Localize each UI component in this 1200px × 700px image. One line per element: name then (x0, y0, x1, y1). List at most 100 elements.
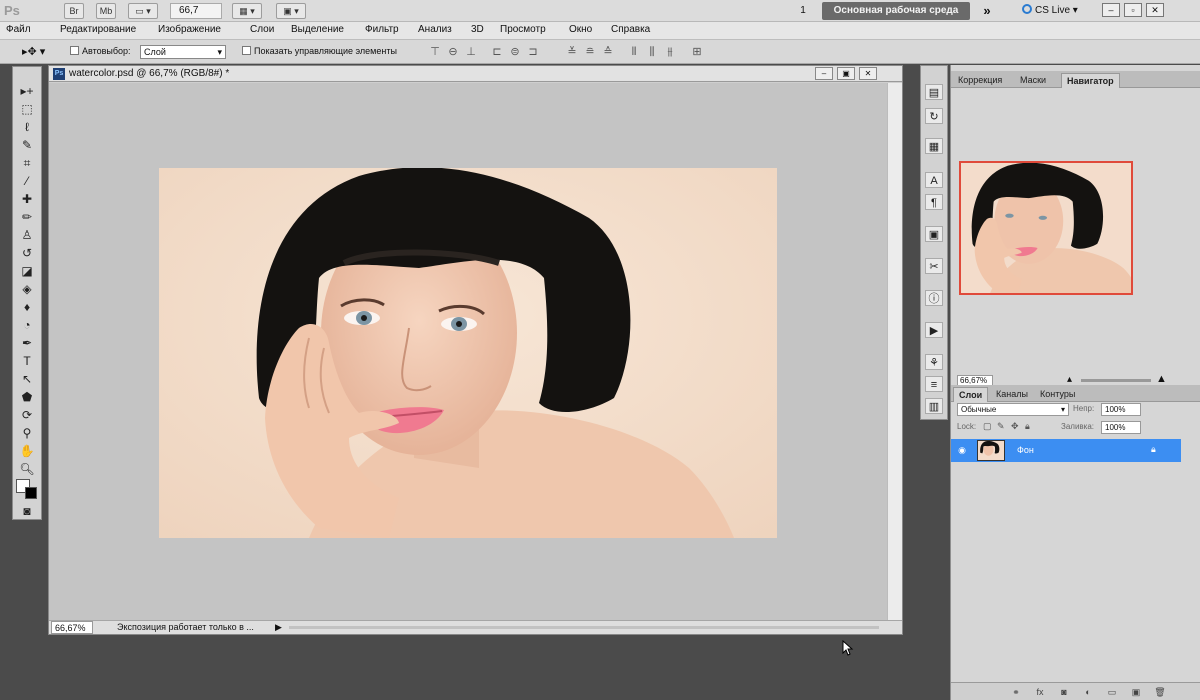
tab-masks[interactable]: Маски (1015, 73, 1051, 88)
swatches-icon[interactable]: ▦ (925, 138, 943, 154)
info-icon[interactable]: ⓘ (925, 290, 943, 306)
delete-layer-icon[interactable]: 🗑︎ (1153, 686, 1167, 698)
character-icon[interactable]: A (925, 172, 943, 188)
quick-select-tool-icon[interactable]: ✎ (17, 137, 37, 153)
blur-tool-icon[interactable]: ♦ (17, 299, 37, 315)
clone-source-icon[interactable]: ▣ (925, 226, 943, 242)
zoom-status-field[interactable]: 66,67% (51, 621, 93, 634)
auto-align-icon[interactable]: ⊞ (690, 45, 704, 59)
show-controls-checkbox[interactable] (242, 46, 251, 55)
autoselect-target-select[interactable]: Слой ▾ (140, 45, 226, 59)
new-group-icon[interactable]: ▭ (1105, 686, 1119, 698)
tab-navigator[interactable]: Навигатор (1061, 73, 1120, 88)
doc-minimize-icon[interactable]: – (815, 67, 833, 80)
menu-select[interactable]: Выделение (291, 24, 344, 35)
lasso-tool-icon[interactable]: ℓ (17, 119, 37, 135)
close-icon[interactable]: ✕ (1146, 3, 1164, 17)
distribute-vcenter-icon[interactable]: ≘ (583, 45, 597, 59)
tab-channels[interactable]: Каналы (991, 387, 1033, 402)
healing-brush-tool-icon[interactable]: ✚ (17, 191, 37, 207)
autoselect-toggle[interactable]: Автовыбор: (70, 46, 131, 56)
menu-file[interactable]: Файл (6, 24, 31, 35)
zoom-out-icon[interactable]: ▴ (1067, 374, 1072, 385)
layer-row[interactable]: ◉ Фон 🔒︎ (951, 439, 1181, 462)
navigator-zoom-slider[interactable] (1081, 379, 1151, 382)
distribute-left-icon[interactable]: ⫴ (627, 45, 641, 59)
brush-presets-icon[interactable]: ≡ (925, 376, 943, 392)
lock-position-icon[interactable]: ✥ (1011, 421, 1019, 432)
3d-rotate-tool-icon[interactable]: ⟳ (17, 407, 37, 423)
menu-layers[interactable]: Слои (250, 24, 274, 35)
tab-layers[interactable]: Слои (953, 387, 989, 402)
history-brush-tool-icon[interactable]: ↺ (17, 245, 37, 261)
path-selection-tool-icon[interactable]: ↖ (17, 371, 37, 387)
minimize-icon[interactable]: – (1102, 3, 1120, 17)
align-left-icon[interactable]: ⊏ (490, 45, 504, 59)
history-icon[interactable]: ↻ (925, 108, 943, 124)
align-bottom-icon[interactable]: ⊥ (464, 45, 478, 59)
zoom-in-icon[interactable]: ▲ (1156, 373, 1167, 385)
menu-3d[interactable]: 3D (471, 24, 484, 35)
navigator-thumbnail[interactable] (959, 161, 1133, 295)
shape-tool-icon[interactable]: ⬟ (17, 389, 37, 405)
distribute-bottom-icon[interactable]: ≙ (601, 45, 615, 59)
horizontal-scrollbar[interactable] (289, 626, 879, 629)
eyedropper-tool-icon[interactable]: ⁄ (17, 173, 37, 189)
menu-filter[interactable]: Фильтр (365, 24, 399, 35)
mini-bridge-button[interactable]: Mb (96, 3, 116, 19)
bridge-button[interactable]: Br (64, 3, 84, 19)
quick-mask-icon[interactable]: ◙ (17, 503, 37, 519)
dodge-tool-icon[interactable]: ◔ (17, 317, 37, 333)
brush-tool-icon[interactable]: ✏ (17, 209, 37, 225)
menu-analysis[interactable]: Анализ (418, 24, 452, 35)
distribute-right-icon[interactable]: ⫵ (663, 45, 677, 59)
view-extras-icon[interactable]: ▭ ▾ (128, 3, 158, 19)
arrange-documents-icon[interactable]: ▦ ▾ (232, 3, 262, 19)
portrait-photo[interactable] (159, 168, 777, 538)
doc-restore-icon[interactable]: ▣ (837, 67, 855, 80)
hand-tool-icon[interactable]: ✋ (17, 443, 37, 459)
autoselect-checkbox[interactable] (70, 46, 79, 55)
background-color-swatch[interactable] (25, 487, 37, 499)
menu-window[interactable]: Окно (569, 24, 592, 35)
layer-style-icon[interactable]: fx (1033, 686, 1047, 698)
paint-bucket-tool-icon[interactable]: ◈ (17, 281, 37, 297)
lock-image-icon[interactable]: ✎ (997, 421, 1005, 432)
cs-live-button[interactable]: CS Live ▾ (1022, 2, 1092, 20)
3d-orbit-tool-icon[interactable]: ⚲ (17, 425, 37, 441)
distribute-top-icon[interactable]: ≚ (565, 45, 579, 59)
clone-stamp-tool-icon[interactable]: ♙ (17, 227, 37, 243)
vertical-scrollbar[interactable] (887, 83, 902, 620)
visibility-eye-icon[interactable]: ◉ (955, 444, 969, 456)
move-tool-preset-icon[interactable]: ▸✥ ▾ (22, 44, 56, 60)
add-mask-icon[interactable]: ◙ (1057, 686, 1071, 698)
brushes-icon[interactable]: ⚘ (925, 354, 943, 370)
screen-mode-icon[interactable]: ▣ ▾ (276, 3, 306, 19)
workspace-more-button[interactable]: » (976, 2, 998, 20)
doc-close-icon[interactable]: ✕ (859, 67, 877, 80)
move-tool-icon[interactable]: ▸+ (17, 83, 37, 99)
link-layers-icon[interactable]: ⚭ (1009, 686, 1023, 698)
tab-paths[interactable]: Контуры (1035, 387, 1080, 402)
align-vcenter-icon[interactable]: ⊖ (446, 45, 460, 59)
align-right-icon[interactable]: ⊐ (526, 45, 540, 59)
marquee-tool-icon[interactable]: ⬚ (17, 101, 37, 117)
3d-panel-icon[interactable]: ▥ (925, 398, 943, 414)
canvas-area[interactable] (49, 83, 887, 620)
lock-transparent-icon[interactable]: ▢ (983, 421, 992, 432)
align-hcenter-icon[interactable]: ⊜ (508, 45, 522, 59)
distribute-hcenter-icon[interactable]: ⫼ (645, 45, 659, 59)
menu-edit[interactable]: Редактирование (60, 24, 136, 35)
restore-icon[interactable]: ▫ (1124, 3, 1142, 17)
workspace-switcher-button[interactable]: Основная рабочая среда (822, 2, 970, 20)
lock-all-icon[interactable]: 🔒︎ (1025, 421, 1030, 432)
new-layer-icon[interactable]: ▣ (1129, 686, 1143, 698)
status-menu-arrow-icon[interactable]: ▶ (275, 621, 282, 634)
blend-mode-select[interactable]: Обычные ▾ (957, 403, 1069, 416)
document-tab[interactable]: Ps watercolor.psd @ 66,7% (RGB/8#) * – ▣… (49, 66, 902, 82)
menu-view[interactable]: Просмотр (500, 24, 546, 35)
menu-image[interactable]: Изображение (158, 24, 221, 35)
fill-field[interactable]: 100% (1101, 421, 1141, 434)
opacity-field[interactable]: 100% (1101, 403, 1141, 416)
histogram-icon[interactable]: ▤ (925, 84, 943, 100)
